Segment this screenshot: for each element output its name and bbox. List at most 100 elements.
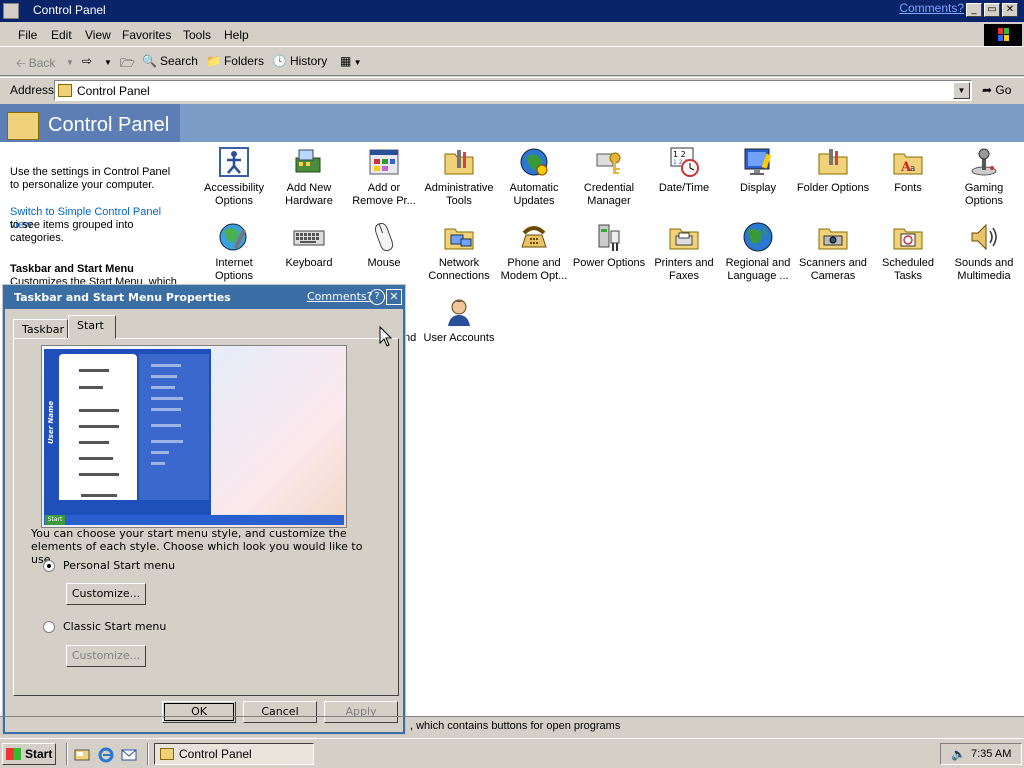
- comments-link[interactable]: Comments?: [899, 1, 964, 15]
- dialog-comments-link[interactable]: Comments?: [307, 290, 372, 303]
- preview-start-menu: User Name: [44, 349, 211, 515]
- cp-item-gaming-options[interactable]: Gaming Options: [947, 146, 1021, 208]
- preview-taskbar: Start: [44, 515, 344, 525]
- cp-item-label: Power Options: [572, 257, 646, 269]
- dialog-close-icon[interactable]: ✕: [386, 289, 402, 305]
- cp-item-label: Add New Hardware: [285, 182, 333, 207]
- clock[interactable]: 7:35 AM: [971, 748, 1011, 760]
- forward-dropdown-icon[interactable]: ▼: [104, 58, 112, 67]
- control-panel-title: Control Panel: [48, 114, 170, 136]
- add-remove-programs-icon: [368, 146, 400, 178]
- menu-file[interactable]: File: [18, 28, 37, 42]
- cp-item-fonts[interactable]: Aa Fonts: [871, 146, 945, 195]
- cp-item-scheduled-tasks[interactable]: Scheduled Tasks: [871, 221, 945, 283]
- personal-start-menu-label: Personal Start menu: [63, 559, 176, 572]
- search-button[interactable]: 🔍 Search: [142, 54, 198, 68]
- display-icon: [742, 146, 774, 178]
- menu-tools[interactable]: Tools: [183, 28, 211, 42]
- volume-icon[interactable]: 🔈: [951, 747, 966, 761]
- menu-view[interactable]: View: [85, 28, 111, 42]
- taskbar-separator: [147, 743, 149, 765]
- menu-help[interactable]: Help: [224, 28, 249, 42]
- cp-item-mouse[interactable]: Mouse: [347, 221, 421, 270]
- close-button[interactable]: ✕: [1002, 3, 1018, 17]
- cp-item-phone-and-modem-options[interactable]: Phone and Modem Opt...: [497, 221, 571, 283]
- back-button[interactable]: 🡠 Back: [16, 54, 55, 75]
- cp-item-folder-options[interactable]: Folder Options: [796, 146, 870, 195]
- cp-item-administrative-tools[interactable]: Administrative Tools: [422, 146, 496, 208]
- cp-item-credential-manager[interactable]: Credential Manager: [572, 146, 646, 208]
- help-icon[interactable]: ?: [369, 289, 385, 305]
- cp-item-scanners-and-cameras[interactable]: Scanners and Cameras: [796, 221, 870, 283]
- restore-button[interactable]: ▭: [984, 3, 1000, 17]
- cp-item-keyboard[interactable]: Keyboard: [272, 221, 346, 270]
- address-bar: Address Control Panel ▼ ➦ Go: [0, 77, 1024, 102]
- start-button[interactable]: Start: [2, 743, 56, 765]
- cp-item-label: Gaming Options: [964, 182, 1004, 207]
- classic-start-menu-radio[interactable]: [43, 621, 55, 633]
- cp-item-user-accounts[interactable]: User Accounts: [422, 296, 496, 345]
- up-folder-button[interactable]: 🗁: [120, 54, 135, 75]
- control-panel-small-icon: [58, 84, 72, 97]
- classic-start-menu-label: Classic Start menu: [63, 620, 167, 633]
- menu-favorites[interactable]: Favorites: [122, 28, 171, 42]
- cp-item-internet-options[interactable]: Internet Options: [197, 221, 271, 283]
- minimize-button[interactable]: _: [966, 3, 982, 17]
- cp-item-label: Display: [739, 182, 777, 194]
- internet-explorer-icon[interactable]: [98, 747, 114, 763]
- cp-item-date-time[interactable]: 1 21 2 3 Date/Time: [647, 146, 721, 195]
- cp-item-regional-and-language-options[interactable]: Regional and Language ...: [721, 221, 795, 283]
- tab-taskbar[interactable]: Taskbar: [13, 319, 68, 339]
- history-button[interactable]: 🕓 History: [272, 54, 327, 68]
- personal-customize-button[interactable]: Customize...: [66, 583, 146, 605]
- windows-flag-icon: [998, 28, 1009, 41]
- taskbar-control-panel-button[interactable]: Control Panel: [154, 743, 314, 765]
- cp-item-printers-and-faxes[interactable]: Printers and Faxes: [647, 221, 721, 283]
- back-dropdown-icon[interactable]: ▼: [66, 58, 74, 67]
- taskbar-item-label: Control Panel: [179, 747, 252, 761]
- control-panel-app-icon[interactable]: [3, 3, 19, 19]
- preview-start-button: Start: [45, 515, 65, 525]
- cp-item-display[interactable]: Display: [721, 146, 795, 195]
- control-panel-icon: [7, 112, 39, 140]
- side-intro-text: Use the settings in Control Panel to per…: [10, 166, 171, 191]
- forward-button[interactable]: ⇨: [82, 54, 92, 68]
- tab-start[interactable]: Start: [68, 315, 116, 339]
- personal-start-menu-radio[interactable]: [43, 560, 55, 572]
- cp-item-add-or-remove-programs[interactable]: Add or Remove Pr...: [347, 146, 421, 208]
- administrative-tools-icon: [443, 146, 475, 178]
- folder-options-icon: [817, 146, 849, 178]
- go-button[interactable]: ➦ Go: [982, 83, 1011, 97]
- cp-item-accessibility-options[interactable]: Accessibility Options: [197, 146, 271, 208]
- folders-button[interactable]: 📁 Folders: [206, 54, 264, 68]
- search-icon: 🔍: [142, 54, 157, 68]
- cp-item-sounds-and-multimedia[interactable]: Sounds and Multimedia: [947, 221, 1021, 283]
- taskbar-separator: [66, 743, 68, 765]
- cp-item-label: Accessibility Options: [204, 182, 264, 207]
- forward-arrow-icon: ⇨: [82, 54, 93, 68]
- start-menu-preview: User Name Start: [41, 345, 347, 528]
- cp-item-label: Folder Options: [796, 182, 870, 194]
- go-arrow-icon: ➦: [982, 83, 993, 97]
- address-dropdown-button[interactable]: ▼: [953, 82, 970, 99]
- cp-item-label: Credential Manager: [583, 182, 635, 207]
- cp-item-network-connections[interactable]: Network Connections: [422, 221, 496, 283]
- views-button[interactable]: ▦ ▼: [340, 54, 361, 68]
- address-input[interactable]: Control Panel ▼: [54, 80, 972, 101]
- folders-label: Folders: [223, 54, 264, 68]
- cp-item-label: Phone and Modem Opt...: [500, 257, 568, 282]
- cp-item-add-new-hardware[interactable]: Add New Hardware: [272, 146, 346, 208]
- cp-item-label: Keyboard: [285, 257, 333, 269]
- gaming-options-icon: [968, 146, 1000, 178]
- control-panel-header: Control Panel: [0, 104, 1024, 142]
- start-tab-panel: User Name Start You can choose your star…: [13, 338, 399, 696]
- outlook-express-icon[interactable]: [121, 747, 137, 763]
- show-desktop-icon[interactable]: [74, 747, 90, 763]
- cp-item-automatic-updates[interactable]: Automatic Updates: [497, 146, 571, 208]
- taskbar: Start Control Panel 🔈 7:35 AM: [0, 738, 1024, 768]
- cp-item-power-options[interactable]: Power Options: [572, 221, 646, 270]
- window-title: Control Panel: [33, 3, 106, 17]
- menu-edit[interactable]: Edit: [51, 28, 72, 42]
- folders-icon: 📁: [206, 54, 221, 68]
- classic-customize-button[interactable]: Customize...: [66, 645, 146, 667]
